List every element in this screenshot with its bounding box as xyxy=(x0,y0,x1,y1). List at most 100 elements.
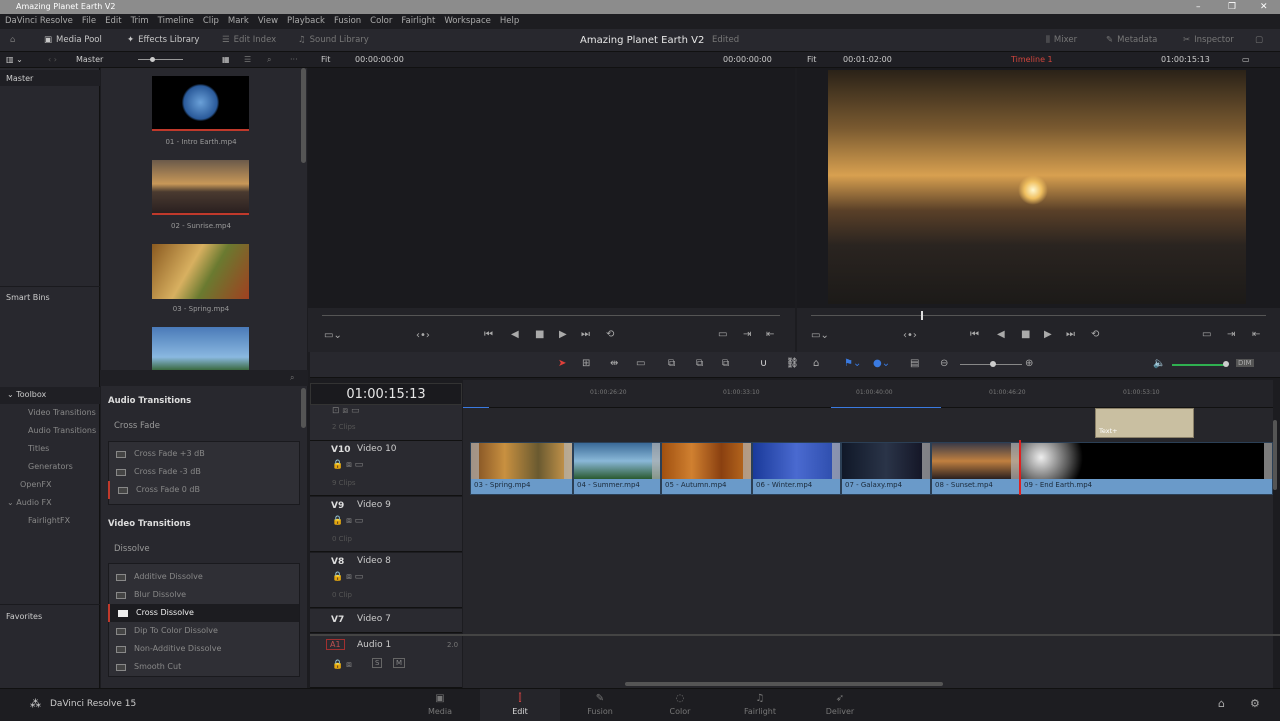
metadata-button[interactable]: ✎ Metadata xyxy=(1106,29,1157,52)
zoom-in-icon[interactable]: ⊕ xyxy=(1025,358,1033,369)
loop-icon[interactable]: ⟲ xyxy=(606,329,614,340)
effect-item[interactable]: Cross Fade +3 dB xyxy=(108,445,299,463)
timeline-ruler[interactable]: 01:00:26:20 01:00:33:10 01:00:40:00 01:0… xyxy=(463,380,1273,408)
menu-davinci[interactable]: DaVinci Resolve xyxy=(5,14,73,29)
search-icon[interactable]: ⌕ xyxy=(267,52,271,68)
sound-library-button[interactable]: ♫ Sound Library xyxy=(298,29,369,52)
source-zoom-select[interactable]: Fit xyxy=(321,52,330,68)
media-clip-thumbnail[interactable] xyxy=(152,244,249,299)
menu-mark[interactable]: Mark xyxy=(228,14,249,29)
program-zoom-select[interactable]: Fit xyxy=(807,52,816,68)
snapping-icon[interactable]: ∪ xyxy=(760,358,767,369)
go-to-start-icon[interactable]: ⏮ xyxy=(970,329,979,340)
dynamic-trim-icon[interactable]: ⇹ xyxy=(610,358,618,369)
timeline-horizontal-scrollbar[interactable] xyxy=(625,682,943,686)
page-edit[interactable]: ⫿ Edit xyxy=(480,689,560,721)
media-clip-thumbnail[interactable] xyxy=(152,160,249,215)
page-deliver[interactable]: ➶ Deliver xyxy=(800,689,880,721)
transition-marker[interactable] xyxy=(922,443,930,479)
volume-icon[interactable]: 🔈 xyxy=(1153,358,1165,369)
menu-workspace[interactable]: Workspace xyxy=(444,14,490,29)
play-reverse-icon[interactable]: ◀ xyxy=(511,329,519,340)
timeline-clip[interactable]: 07 - Galaxy.mp4 xyxy=(841,442,931,495)
track-controls-icons[interactable]: 🔒 ⧈ xyxy=(332,660,352,670)
nav-audio-fx[interactable]: ⌄ Audio FX xyxy=(7,498,52,507)
mark-out-icon[interactable]: ⇤ xyxy=(766,329,774,340)
go-to-end-icon[interactable]: ⏭ xyxy=(1066,329,1075,340)
page-fairlight[interactable]: ♫ Fairlight xyxy=(720,689,800,721)
more-options-icon[interactable]: ··· xyxy=(290,52,298,68)
replace-clip-icon[interactable]: ⧉ xyxy=(722,358,729,369)
menu-fairlight[interactable]: Fairlight xyxy=(401,14,435,29)
timeline-zoom-handle[interactable] xyxy=(990,361,996,367)
track-controls-icons[interactable]: 🔒 ⧈ ▭ xyxy=(332,460,363,470)
zoom-out-icon[interactable]: ⊖ xyxy=(940,358,948,369)
menu-file[interactable]: File xyxy=(82,14,96,29)
menu-help[interactable]: Help xyxy=(500,14,519,29)
effect-item[interactable]: Cross Fade 0 dB xyxy=(108,481,299,499)
effects-library-button[interactable]: ✦ Effects Library xyxy=(127,29,199,52)
effect-item[interactable]: Non-Additive Dissolve xyxy=(108,640,299,658)
media-pool-scrollbar[interactable] xyxy=(301,68,306,163)
transition-marker[interactable] xyxy=(471,443,479,479)
effect-item[interactable]: Additive Dissolve xyxy=(108,568,299,586)
edit-index-button[interactable]: ☰ Edit Index xyxy=(222,29,276,52)
trim-tool-icon[interactable]: ⊞ xyxy=(582,358,590,369)
volume-slider[interactable] xyxy=(1172,364,1226,366)
grid-view-icon[interactable]: ▦ xyxy=(222,52,230,68)
play-icon[interactable]: ▶ xyxy=(1044,329,1052,340)
bin-list-toggle-icon[interactable]: ▥ ⌄ xyxy=(6,52,23,68)
source-scrubber[interactable] xyxy=(322,315,780,316)
match-frame-icon[interactable]: ▭ xyxy=(718,329,727,340)
menu-timeline[interactable]: Timeline xyxy=(158,14,194,29)
restore-button[interactable]: ❐ xyxy=(1228,0,1236,14)
nav-generators[interactable]: Generators xyxy=(28,462,73,471)
nav-video-transitions[interactable]: Video Transitions xyxy=(28,408,96,417)
transition-marker[interactable] xyxy=(832,443,840,479)
stop-icon[interactable]: ■ xyxy=(1021,329,1030,340)
effect-item[interactable]: Blur Dissolve xyxy=(108,586,299,604)
track-name[interactable]: Video 10 xyxy=(357,444,397,454)
track-id[interactable]: A1 xyxy=(326,639,345,650)
track-controls-icons[interactable]: 🔒 ⧈ ▭ xyxy=(332,572,363,582)
linked-selection-icon[interactable]: ⛓ xyxy=(786,358,799,369)
mark-out-icon[interactable]: ⇤ xyxy=(1252,329,1260,340)
loop-icon[interactable]: ⟲ xyxy=(1091,329,1099,340)
transition-marker[interactable] xyxy=(1011,443,1019,479)
mixer-button[interactable]: ⫼ Mixer xyxy=(1046,29,1077,52)
menu-fusion[interactable]: Fusion xyxy=(334,14,361,29)
thumbnail-size-slider[interactable] xyxy=(138,59,183,60)
effect-item[interactable]: Cross Fade -3 dB xyxy=(108,463,299,481)
jog-icon[interactable]: ‹•› xyxy=(416,330,430,341)
effect-item[interactable]: Smooth Cut xyxy=(108,658,299,676)
selection-tool-icon[interactable]: ➤ xyxy=(558,358,566,369)
menu-color[interactable]: Color xyxy=(370,14,392,29)
settings-gear-icon[interactable]: ⚙ xyxy=(1250,697,1260,710)
go-to-start-icon[interactable]: ⏮ xyxy=(484,329,493,340)
insert-clip-icon[interactable]: ⧉ xyxy=(668,358,675,369)
flag-icon[interactable]: ⚑⌄ xyxy=(844,358,861,369)
menu-playback[interactable]: Playback xyxy=(287,14,325,29)
program-scrubber[interactable] xyxy=(811,315,1266,316)
nav-toolbox[interactable]: ⌄ Toolbox xyxy=(7,390,46,399)
effect-item-selected[interactable]: Cross Dissolve xyxy=(108,604,299,622)
inspector-button[interactable]: ✂ Inspector xyxy=(1183,29,1234,52)
timeline-view-options-icon[interactable]: ▤ xyxy=(910,358,919,369)
transition-marker[interactable] xyxy=(743,443,751,479)
media-pool-button[interactable]: ▣ Media Pool xyxy=(44,29,102,52)
nav-openfx[interactable]: OpenFX xyxy=(20,480,51,489)
lock-icon[interactable]: ⌂ xyxy=(813,358,819,369)
title-clip[interactable]: Text+ xyxy=(1095,408,1194,438)
stop-icon[interactable]: ■ xyxy=(535,329,544,340)
track-lock-icon[interactable]: ⊡ ⧈ ▭ xyxy=(332,406,360,416)
timeline-clip[interactable]: 06 - Winter.mp4 xyxy=(752,442,841,495)
transition-marker[interactable] xyxy=(1264,443,1272,479)
slider-handle[interactable] xyxy=(150,57,155,62)
blade-tool-icon[interactable]: ▭ xyxy=(636,358,645,369)
track-name[interactable]: Video 9 xyxy=(357,500,391,510)
workspace-layout-icon[interactable]: ⌂ xyxy=(10,29,15,52)
home-icon[interactable]: ⌂ xyxy=(1218,697,1225,710)
timeline-clip[interactable]: 04 - Summer.mp4 xyxy=(573,442,661,495)
mark-in-icon[interactable]: ⇥ xyxy=(1227,329,1235,340)
dim-button[interactable]: DIM xyxy=(1236,359,1254,367)
